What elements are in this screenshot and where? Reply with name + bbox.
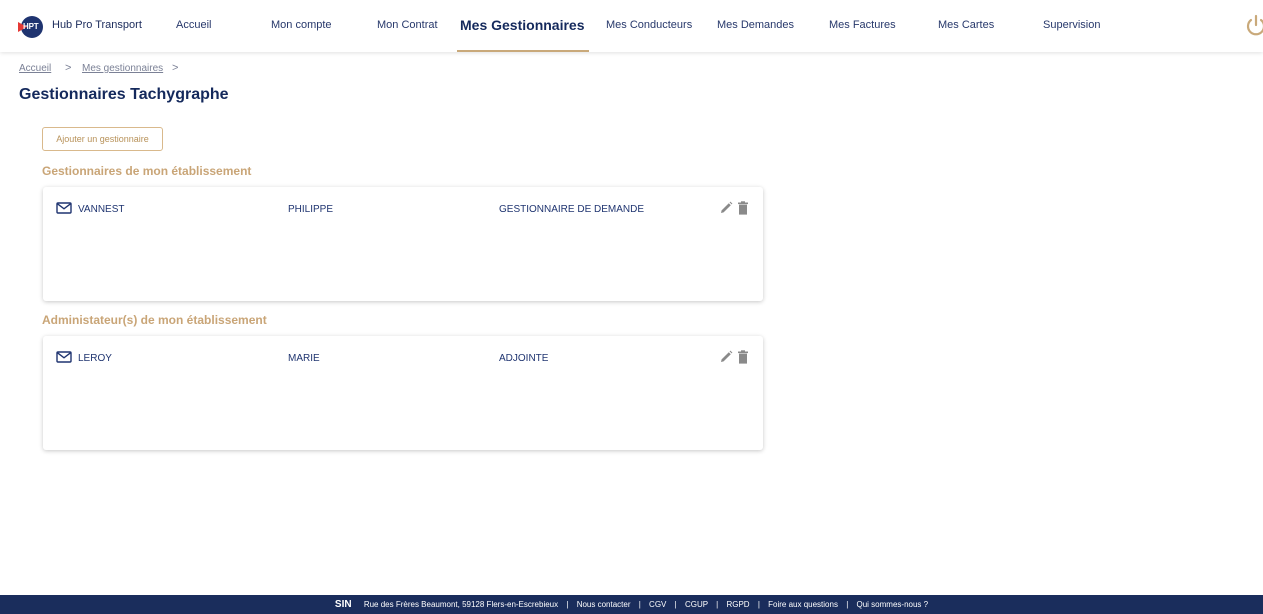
footer-link-faq[interactable]: Foire aux questions bbox=[768, 600, 838, 609]
manager-role: GESTIONNAIRE DE DEMANDE bbox=[499, 204, 645, 215]
edit-icon[interactable] bbox=[719, 350, 733, 364]
footer-link-cgup[interactable]: CGUP bbox=[685, 600, 708, 609]
footer-logo: SIN bbox=[334, 599, 352, 610]
nav-mes-factures[interactable]: Mes Factures bbox=[829, 19, 896, 31]
trash-icon[interactable] bbox=[737, 350, 749, 364]
breadcrumb-mes-gestionnaires[interactable]: Mes gestionnaires bbox=[82, 63, 163, 74]
hpt-logo[interactable]: HPT bbox=[18, 16, 44, 38]
section-title-managers: Gestionnaires de mon établissement bbox=[42, 164, 252, 178]
admin-role: ADJOINTE bbox=[499, 353, 549, 364]
manager-last-name: VANNEST bbox=[78, 204, 125, 215]
mail-icon[interactable] bbox=[56, 351, 72, 363]
administrators-card: LEROY MARIE ADJOINTE bbox=[43, 336, 763, 450]
footer-address: Rue des Frères Beaumont, 59128 Flers-en-… bbox=[363, 600, 559, 609]
page-title: Gestionnaires Tachygraphe bbox=[19, 86, 229, 103]
nav-mes-cartes[interactable]: Mes Cartes bbox=[938, 19, 994, 31]
footer: SIN Rue des Frères Beaumont, 59128 Flers… bbox=[0, 595, 1263, 614]
footer-link-rgpd[interactable]: RGPD bbox=[726, 600, 749, 609]
edit-icon[interactable] bbox=[719, 201, 733, 215]
nav-supervision[interactable]: Supervision bbox=[1043, 19, 1100, 31]
trash-icon[interactable] bbox=[737, 201, 749, 215]
nav-mon-compte[interactable]: Mon compte bbox=[271, 19, 332, 31]
section-title-administrators: Administateur(s) de mon établissement bbox=[42, 313, 267, 327]
add-manager-button[interactable]: Ajouter un gestionnaire bbox=[42, 127, 163, 151]
active-tab-underline bbox=[457, 50, 589, 52]
breadcrumb-accueil[interactable]: Accueil bbox=[19, 63, 51, 74]
nav-mes-demandes[interactable]: Mes Demandes bbox=[717, 19, 794, 31]
footer-separator: | bbox=[757, 600, 760, 609]
mail-icon[interactable] bbox=[56, 202, 72, 214]
power-icon[interactable] bbox=[1245, 14, 1263, 36]
footer-separator: | bbox=[846, 600, 849, 609]
manager-first-name: PHILIPPE bbox=[288, 204, 334, 215]
managers-card: VANNEST PHILIPPE GESTIONNAIRE DE DEMANDE bbox=[43, 187, 763, 301]
footer-link-contact[interactable]: Nous contacter bbox=[577, 600, 631, 609]
nav-mes-gestionnaires[interactable]: Mes Gestionnaires bbox=[460, 17, 585, 33]
top-navigation-bar: HPT Hub Pro Transport Accueil Mon compte… bbox=[0, 0, 1263, 52]
nav-mon-contrat[interactable]: Mon Contrat bbox=[377, 19, 438, 31]
admin-last-name: LEROY bbox=[78, 353, 112, 364]
footer-link-cgv[interactable]: CGV bbox=[649, 600, 666, 609]
footer-separator: | bbox=[566, 600, 569, 609]
breadcrumb-separator: > bbox=[172, 62, 179, 74]
admin-first-name: MARIE bbox=[288, 353, 320, 364]
footer-link-about[interactable]: Qui sommes-nous ? bbox=[857, 600, 929, 609]
nav-accueil[interactable]: Accueil bbox=[176, 19, 211, 31]
logo-text: HPT bbox=[23, 22, 39, 31]
footer-content: SIN Rue des Frères Beaumont, 59128 Flers… bbox=[0, 599, 1263, 610]
brand-name[interactable]: Hub Pro Transport bbox=[52, 19, 142, 31]
footer-separator: | bbox=[674, 600, 677, 609]
breadcrumb-separator: > bbox=[65, 62, 72, 74]
footer-separator: | bbox=[716, 600, 719, 609]
nav-mes-conducteurs[interactable]: Mes Conducteurs bbox=[606, 19, 692, 31]
footer-separator: | bbox=[638, 600, 641, 609]
